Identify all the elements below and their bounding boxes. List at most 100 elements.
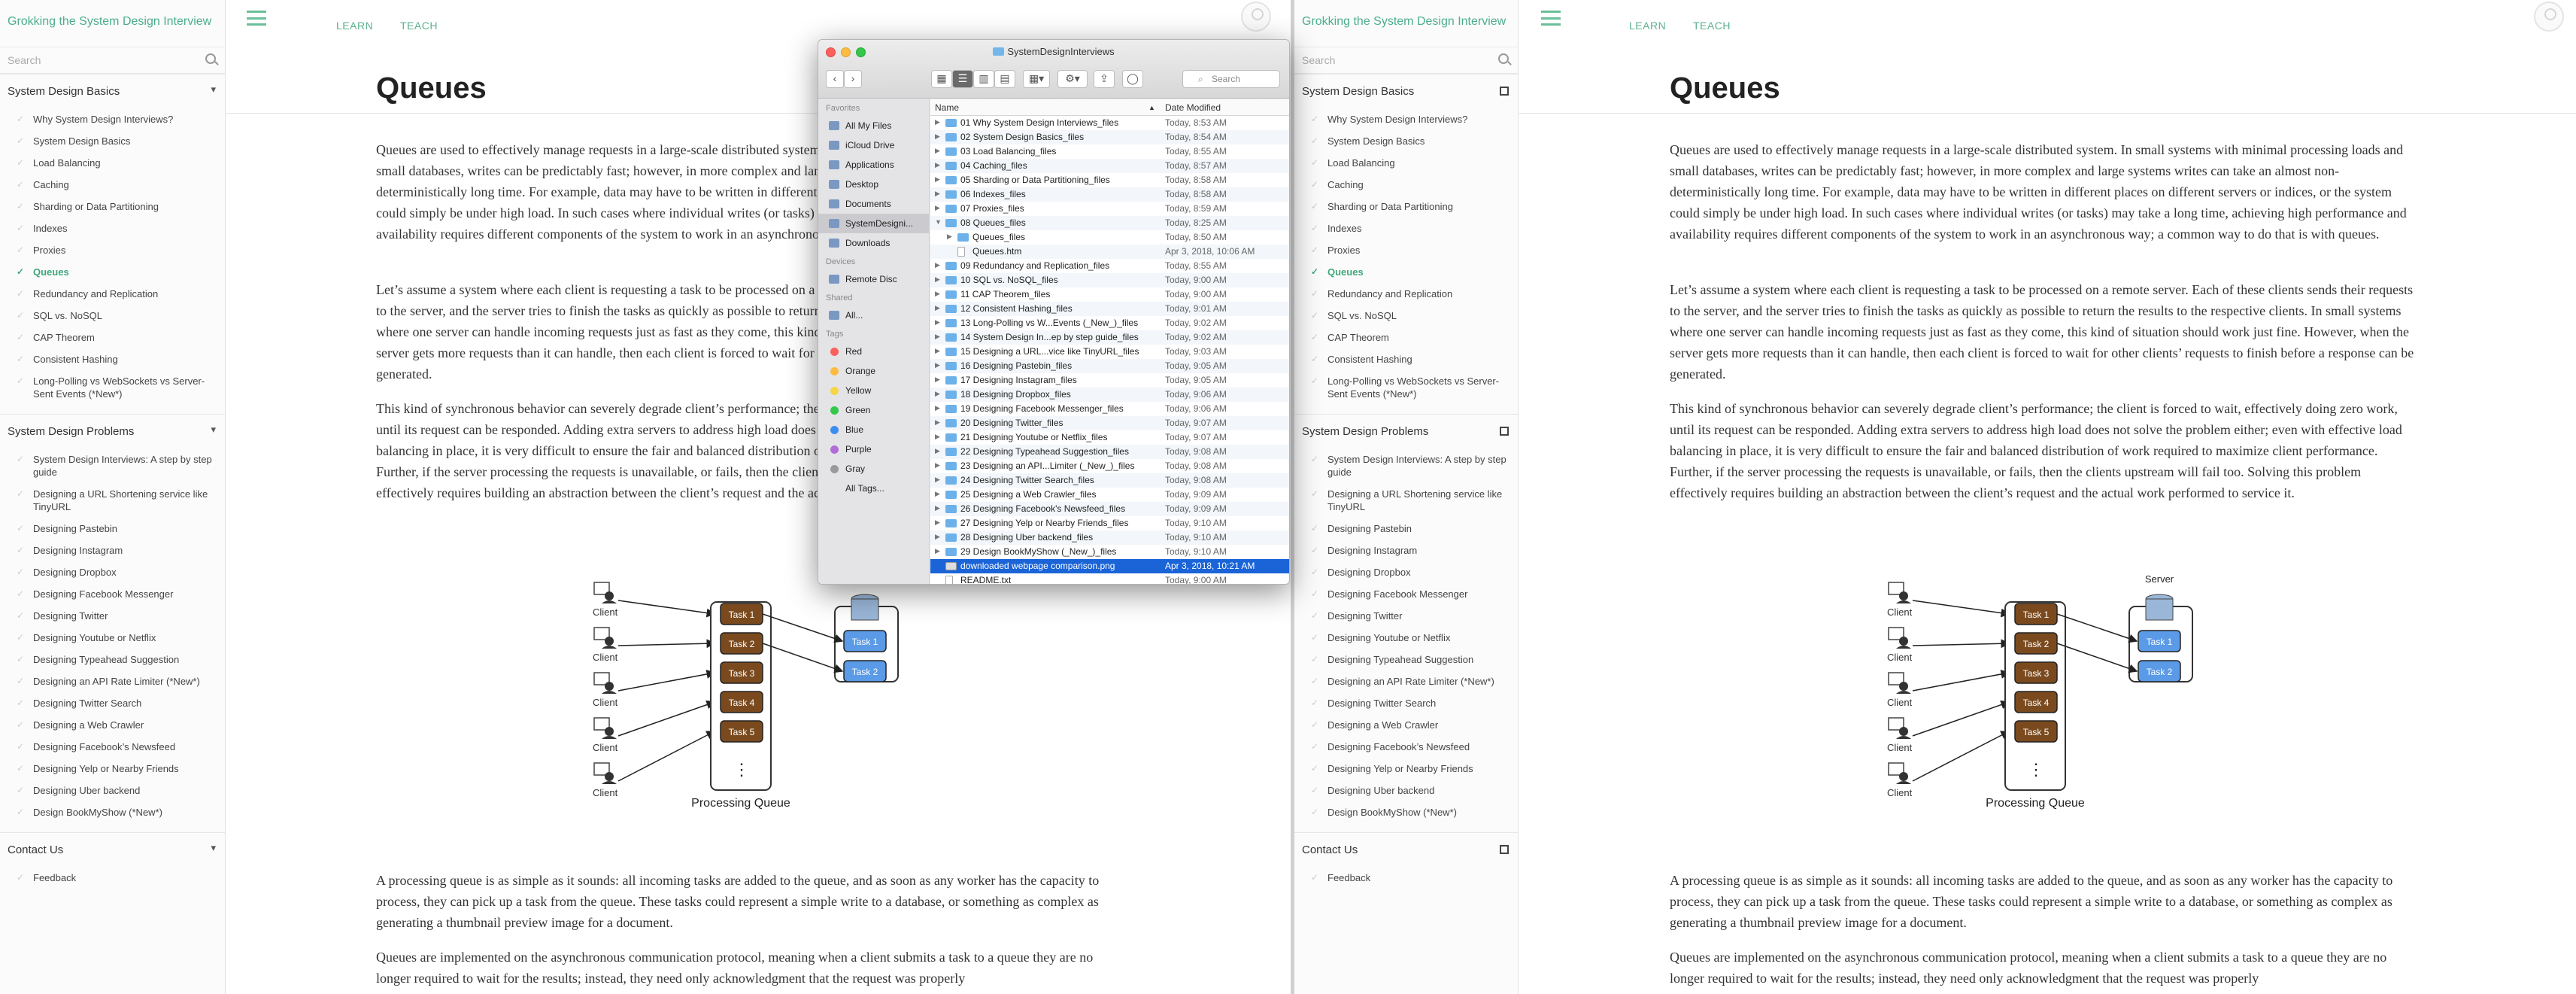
avatar[interactable] (1241, 2, 1271, 32)
finder-sidebar-item[interactable]: Documents (818, 194, 929, 214)
sidebar-item[interactable]: Indexes (0, 217, 225, 239)
finder-sidebar-item[interactable]: SystemDesigni... (818, 214, 929, 233)
section-header[interactable]: System Design Basics (1294, 74, 1518, 104)
file-row[interactable]: ▼ 08 Queues_files Today, 8:25 AM (930, 216, 1289, 230)
file-row[interactable]: ▶ 13 Long-Polling vs W...Events (_New_)_f… (930, 316, 1289, 330)
collapse-box-icon[interactable] (1500, 845, 1509, 854)
sidebar-item[interactable]: Sharding or Data Partitioning (1294, 196, 1518, 217)
disclosure-closed-icon[interactable]: ▶ (935, 504, 940, 512)
date-column-header[interactable]: Date Modified (1165, 102, 1221, 113)
tag-button[interactable]: ◯ (1122, 70, 1143, 88)
sidebar-item[interactable]: Designing an API Rate Limiter (*New*) (1294, 670, 1518, 692)
file-row[interactable]: ▶ 17 Designing Instagram_files Today, 9:05… (930, 373, 1289, 388)
sidebar-item[interactable]: Designing a Web Crawler (0, 714, 225, 736)
sidebar-item[interactable]: System Design Basics (0, 130, 225, 152)
forward-button[interactable]: › (844, 70, 862, 88)
file-row[interactable]: ▶ 04 Caching_files Today, 8:57 AM (930, 159, 1289, 173)
sidebar-item[interactable]: Designing Dropbox (0, 561, 225, 583)
disclosure-closed-icon[interactable]: ▶ (935, 161, 940, 169)
disclosure-closed-icon[interactable]: ▶ (935, 290, 940, 298)
disclosure-closed-icon[interactable]: ▶ (935, 447, 940, 455)
file-row[interactable]: ▶ 14 System Design In...ep by step guide_… (930, 330, 1289, 345)
sidebar-item[interactable]: Designing Instagram (1294, 540, 1518, 561)
disclosure-closed-icon[interactable]: ▶ (935, 375, 940, 384)
sidebar-title[interactable]: Grokking the System Design Interview (0, 0, 225, 47)
file-row[interactable]: ▶ 22 Designing Typeahead Suggestion_files… (930, 445, 1289, 459)
disclosure-closed-icon[interactable]: ▶ (935, 390, 940, 398)
disclosure-closed-icon[interactable]: ▶ (935, 304, 940, 312)
finder-sidebar-item[interactable]: Applications (818, 155, 929, 175)
file-row[interactable]: ▶ 16 Designing Pastebin_files Today, 9:05 … (930, 359, 1289, 373)
chevron-down-icon[interactable]: ▾ (211, 84, 216, 96)
file-row[interactable]: ▶ 10 SQL vs. NoSQL_files Today, 9:00 AM (930, 273, 1289, 287)
file-row[interactable]: ▶ 28 Designing Uber backend_files Today, 9… (930, 530, 1289, 545)
disclosure-closed-icon[interactable]: ▶ (935, 547, 940, 555)
finder-sidebar-item[interactable]: iCloud Drive (818, 135, 929, 155)
teach-link[interactable]: TEACH (400, 20, 438, 32)
sidebar-item[interactable]: Designing a URL Shortening service like … (1294, 483, 1518, 518)
disclosure-open-icon[interactable]: ▼ (935, 218, 942, 226)
finder-sidebar-item[interactable]: Downloads (818, 233, 929, 253)
disclosure-closed-icon[interactable]: ▶ (947, 233, 952, 241)
teach-link[interactable]: TEACH (1693, 20, 1731, 32)
disclosure-closed-icon[interactable]: ▶ (935, 361, 940, 369)
menu-icon[interactable] (1541, 11, 1561, 26)
finder-sidebar-item[interactable]: All... (818, 305, 929, 325)
share-button[interactable]: ⇪ (1094, 70, 1115, 88)
sidebar-item[interactable]: CAP Theorem (1294, 327, 1518, 348)
file-row[interactable]: ▶ 19 Designing Facebook Messenger_files To… (930, 402, 1289, 416)
sidebar-item[interactable]: Designing Facebook’s Newsfeed (1294, 736, 1518, 758)
sidebar-item[interactable]: Sharding or Data Partitioning (0, 196, 225, 217)
finder-window[interactable]: SystemDesignInterviews ‹ › ▦ ☰ ▥ ▤ ▦▾ ⚙▾… (818, 39, 1290, 585)
group-button[interactable]: ▦▾ (1023, 70, 1050, 88)
sidebar-item[interactable]: CAP Theorem (0, 327, 225, 348)
sidebar-item[interactable]: Designing a Web Crawler (1294, 714, 1518, 736)
disclosure-closed-icon[interactable]: ▶ (935, 333, 940, 341)
sidebar-item[interactable]: Load Balancing (1294, 152, 1518, 174)
file-row[interactable]: downloaded webpage comparison.png Apr 3, … (930, 559, 1289, 573)
learn-link[interactable]: LEARN (1629, 20, 1666, 32)
sidebar-item[interactable]: Consistent Hashing (0, 348, 225, 370)
file-row[interactable]: ▶ 06 Indexes_files Today, 8:58 AM (930, 187, 1289, 202)
sidebar-item[interactable]: Redundancy and Replication (1294, 283, 1518, 305)
file-row[interactable]: ▶ 03 Load Balancing_files Today, 8:55 AM (930, 144, 1289, 159)
finder-sidebar-item[interactable]: Gray (818, 459, 929, 479)
collapse-box-icon[interactable] (1500, 427, 1509, 436)
section-header[interactable]: Contact Us (1294, 832, 1518, 862)
sidebar-item[interactable]: Queues (0, 261, 225, 283)
sidebar-item[interactable]: Designing Twitter Search (0, 692, 225, 714)
sidebar-item[interactable]: Designing Uber backend (1294, 780, 1518, 801)
disclosure-closed-icon[interactable]: ▶ (935, 347, 940, 355)
chevron-down-icon[interactable]: ▾ (211, 842, 216, 854)
sidebar-item[interactable]: Designing Twitter Search (1294, 692, 1518, 714)
file-row[interactable]: ▶ 25 Designing a Web Crawler_files Today, … (930, 488, 1289, 502)
sidebar-item[interactable]: Feedback (0, 867, 225, 889)
section-header[interactable]: Contact Us ▾ (0, 832, 225, 862)
sidebar-item[interactable]: Indexes (1294, 217, 1518, 239)
file-row[interactable]: ▶ 18 Designing Dropbox_files Today, 9:06 A… (930, 388, 1289, 402)
sidebar-title[interactable]: Grokking the System Design Interview (1294, 0, 1518, 47)
file-row[interactable]: ▶ 27 Designing Yelp or Nearby Friends_fil… (930, 516, 1289, 530)
collapse-box-icon[interactable] (1500, 87, 1509, 96)
sidebar-item[interactable]: SQL vs. NoSQL (0, 305, 225, 327)
disclosure-closed-icon[interactable]: ▶ (935, 147, 940, 155)
name-column-header[interactable]: Name (935, 102, 959, 113)
finder-search-input[interactable]: ⌕ Search (1182, 70, 1280, 88)
sidebar-item[interactable]: Why System Design Interviews? (1294, 108, 1518, 130)
sidebar-item[interactable]: Feedback (1294, 867, 1518, 889)
sidebar-item[interactable]: Designing Dropbox (1294, 561, 1518, 583)
sidebar-item[interactable]: Consistent Hashing (1294, 348, 1518, 370)
sidebar-item[interactable]: Designing Typeahead Suggestion (0, 649, 225, 670)
finder-sidebar-item[interactable]: Purple (818, 439, 929, 459)
menu-icon[interactable] (247, 11, 266, 26)
disclosure-closed-icon[interactable]: ▶ (935, 418, 940, 427)
sidebar-item[interactable]: SQL vs. NoSQL (1294, 305, 1518, 327)
sidebar-item[interactable]: Designing a URL Shortening service like … (0, 483, 225, 518)
sidebar-item[interactable]: Designing Facebook Messenger (0, 583, 225, 605)
sidebar-item[interactable]: Designing Typeahead Suggestion (1294, 649, 1518, 670)
file-row[interactable]: ▶ 26 Designing Facebook's Newsfeed_files T… (930, 502, 1289, 516)
file-row[interactable]: ▶ 01 Why System Design Interviews_files To… (930, 116, 1289, 130)
sidebar-item[interactable]: Long-Polling vs WebSockets vs Server-Sen… (1294, 370, 1518, 405)
finder-sidebar-item[interactable]: Green (818, 400, 929, 420)
disclosure-closed-icon[interactable]: ▶ (935, 490, 940, 498)
